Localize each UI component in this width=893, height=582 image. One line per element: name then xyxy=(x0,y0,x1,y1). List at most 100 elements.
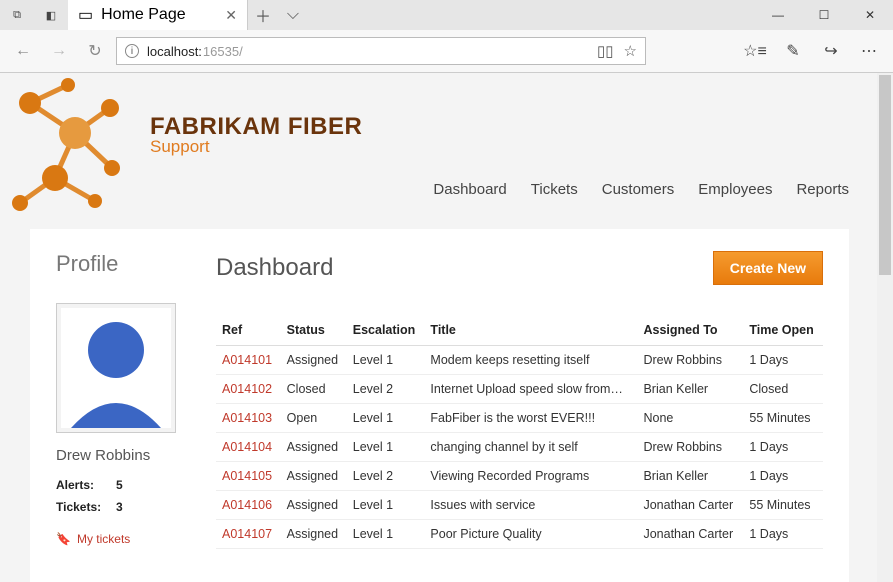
table-header-row: Ref Status Escalation Title Assigned To … xyxy=(216,315,823,346)
tab-strip: ⧉ ◧ ▭ Home Page ✕ ＋ ⌵ — ☐ ✕ xyxy=(0,0,893,30)
forward-button[interactable]: → xyxy=(44,36,74,66)
create-new-button[interactable]: Create New xyxy=(713,251,823,285)
tickets-table: Ref Status Escalation Title Assigned To … xyxy=(216,315,823,549)
multi-window-icon[interactable]: ⧉ xyxy=(0,0,34,30)
col-escalation[interactable]: Escalation xyxy=(347,315,425,346)
cell-timeopen: 1 Days xyxy=(743,520,823,549)
cell-ref[interactable]: A014107 xyxy=(216,520,281,549)
avatar-placeholder-icon xyxy=(61,308,171,428)
minimize-button[interactable]: — xyxy=(755,0,801,30)
favorite-icon[interactable]: ☆ xyxy=(624,42,637,60)
nav-reports[interactable]: Reports xyxy=(796,181,849,198)
window-controls: — ☐ ✕ xyxy=(755,0,893,30)
back-button[interactable]: ← xyxy=(8,36,38,66)
share-icon[interactable]: ↪ xyxy=(815,41,847,61)
address-bar[interactable]: i localhost:16535/ ▯▯ ☆ xyxy=(116,37,646,65)
cell-status: Assigned xyxy=(281,433,347,462)
nav-dashboard[interactable]: Dashboard xyxy=(433,181,506,198)
cell-status: Assigned xyxy=(281,520,347,549)
url-path: 16535/ xyxy=(203,44,243,59)
my-tickets-link[interactable]: 🔖 My tickets xyxy=(56,532,186,546)
close-window-button[interactable]: ✕ xyxy=(847,0,893,30)
profile-name: Drew Robbins xyxy=(56,447,186,464)
cell-timeopen: 55 Minutes xyxy=(743,404,823,433)
cell-timeopen: 1 Days xyxy=(743,433,823,462)
col-assigned[interactable]: Assigned To xyxy=(637,315,743,346)
table-row[interactable]: A014107AssignedLevel 1Poor Picture Quali… xyxy=(216,520,823,549)
cell-status: Assigned xyxy=(281,491,347,520)
table-row[interactable]: A014102 Closed Level 2Internet Upload spee… xyxy=(216,375,823,404)
cell-assigned: None xyxy=(637,404,743,433)
cell-status: Open xyxy=(281,404,347,433)
cell-title: Viewing Recorded Programs xyxy=(424,462,637,491)
cell-ref[interactable]: A014102 xyxy=(216,375,281,404)
cell-ref[interactable]: A014104 xyxy=(216,433,281,462)
cell-timeopen: 1 Days xyxy=(743,346,823,375)
cell-ref[interactable]: A014105 xyxy=(216,462,281,491)
cell-title: Poor Picture Quality xyxy=(424,520,637,549)
nav-tickets[interactable]: Tickets xyxy=(531,181,578,198)
new-tab-button[interactable]: ＋ xyxy=(248,0,278,30)
address-toolbar: ← → ↻ i localhost:16535/ ▯▯ ☆ ☆≡ ✎ ↪ ⋯ xyxy=(0,30,893,72)
site-info-icon[interactable]: i xyxy=(125,44,139,58)
more-icon[interactable]: ⋯ xyxy=(853,41,885,61)
col-ref[interactable]: Ref xyxy=(216,315,281,346)
url-host: localhost: xyxy=(147,44,202,59)
table-row[interactable]: A014106AssignedLevel 1Issues with servic… xyxy=(216,491,823,520)
cell-escalation: Level 1 xyxy=(347,520,425,549)
cell-ref[interactable]: A014101 xyxy=(216,346,281,375)
cell-ref[interactable]: A014103 xyxy=(216,404,281,433)
cell-assigned: Drew Robbins xyxy=(637,346,743,375)
cell-assigned: Jonathan Carter xyxy=(637,491,743,520)
table-row[interactable]: A014105AssignedLevel 2Viewing Recorded P… xyxy=(216,462,823,491)
table-row[interactable]: A014101AssignedLevel 1Modem keeps resett… xyxy=(216,346,823,375)
cell-escalation: Level 1 xyxy=(347,491,425,520)
cell-timeopen: Closed xyxy=(743,375,823,404)
site-header: FABRIKAM FIBER Support Dashboard Tickets… xyxy=(0,73,893,213)
cell-title: FabFiber is the worst EVER!!! xyxy=(424,404,637,433)
table-row[interactable]: A014103OpenLevel 1FabFiber is the worst … xyxy=(216,404,823,433)
cell-status: Assigned xyxy=(281,462,347,491)
cell-assigned: Brian Keller xyxy=(637,462,743,491)
page-viewport: FABRIKAM FIBER Support Dashboard Tickets… xyxy=(0,73,893,582)
brand-logo-icon xyxy=(0,73,140,213)
col-status[interactable]: Status xyxy=(281,315,347,346)
cell-escalation: Level 1 xyxy=(347,433,425,462)
reading-view-icon[interactable]: ▯▯ xyxy=(597,42,614,60)
tab-title: Home Page xyxy=(101,6,186,24)
cell-title: Internet Upload speed slow from… xyxy=(424,375,637,404)
nav-employees[interactable]: Employees xyxy=(698,181,772,198)
col-timeopen[interactable]: Time Open xyxy=(743,315,823,346)
tickets-stat: Tickets:3 xyxy=(56,500,186,514)
favorites-list-icon[interactable]: ☆≡ xyxy=(739,41,771,61)
cell-escalation: Level 1 xyxy=(347,346,425,375)
cell-ref[interactable]: A014106 xyxy=(216,491,281,520)
cell-timeopen: 1 Days xyxy=(743,462,823,491)
page-icon: ▭ xyxy=(78,5,93,25)
cell-escalation: Level 2 xyxy=(347,462,425,491)
cell-timeopen: 55 Minutes xyxy=(743,491,823,520)
nav-customers[interactable]: Customers xyxy=(602,181,675,198)
cell-assigned: Jonathan Carter xyxy=(637,520,743,549)
cell-title: changing channel by it self xyxy=(424,433,637,462)
reading-list-icon[interactable]: ✎ xyxy=(777,41,809,61)
close-tab-icon[interactable]: ✕ xyxy=(225,7,237,24)
cell-escalation: Level 1 xyxy=(347,404,425,433)
tag-icon: 🔖 xyxy=(56,532,71,546)
cell-title: Issues with service xyxy=(424,491,637,520)
alerts-stat: Alerts:5 xyxy=(56,478,186,492)
tab-dropdown-icon[interactable]: ⌵ xyxy=(278,0,308,30)
content-card: Profile Drew Robbins Alerts:5 Tickets:3 … xyxy=(30,229,849,582)
cell-escalation: Level 2 xyxy=(347,375,425,404)
refresh-button[interactable]: ↻ xyxy=(80,36,110,66)
cell-assigned: Drew Robbins xyxy=(637,433,743,462)
cell-status: Assigned xyxy=(281,346,347,375)
main-content: Dashboard Create New Ref Status Escalati… xyxy=(216,251,823,582)
maximize-button[interactable]: ☐ xyxy=(801,0,847,30)
table-row[interactable]: A014104AssignedLevel 1changing channel b… xyxy=(216,433,823,462)
side-panel-icon[interactable]: ◧ xyxy=(34,0,68,30)
col-title[interactable]: Title xyxy=(424,315,637,346)
browser-tab[interactable]: ▭ Home Page ✕ xyxy=(68,0,248,30)
my-tickets-label: My tickets xyxy=(77,532,130,546)
profile-sidebar: Profile Drew Robbins Alerts:5 Tickets:3 … xyxy=(56,251,186,582)
